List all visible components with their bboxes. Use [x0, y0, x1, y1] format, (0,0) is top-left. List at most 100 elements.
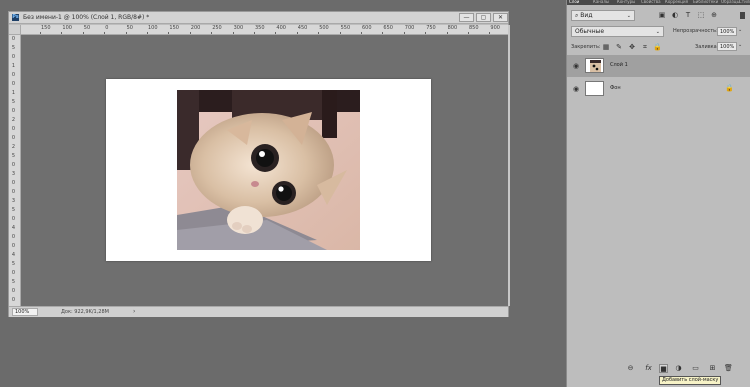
kind-filter-value: Вид — [580, 12, 593, 19]
fill-field[interactable]: 100% — [717, 42, 737, 51]
chevron-down-icon: ⌄ — [626, 13, 631, 19]
ruler-tick-label: 0 — [11, 54, 16, 60]
chevron-down-icon[interactable]: ⌄ — [738, 27, 742, 33]
ruler-tick-label: 100 — [148, 25, 158, 31]
link-layers-icon[interactable]: ⊖ — [626, 364, 635, 373]
ruler-tick-label: 200 — [190, 25, 201, 31]
lock-artboard-icon[interactable]: ⌗ — [641, 43, 649, 51]
ruler-tick-label: 300 — [233, 25, 244, 31]
layer-thumbnail — [585, 58, 604, 73]
document-window: Ps Без имени-1 @ 100% (Слой 1, RGB/8#) *… — [8, 11, 510, 317]
document-info[interactable]: Док: 922,9K/1,28M — [61, 309, 109, 315]
ruler-tick-label: 650 — [383, 25, 393, 31]
vertical-scrollbar[interactable] — [508, 25, 510, 306]
chevron-down-icon: ⌄ — [655, 29, 660, 35]
layer-thumbnail — [585, 81, 604, 96]
cat-photo-image — [177, 90, 360, 250]
ruler-corner[interactable] — [9, 25, 21, 35]
ruler-tick-label: 0 — [11, 126, 16, 132]
ruler-tick-label: 250 — [212, 25, 222, 31]
lock-icon[interactable]: 🔒 — [725, 84, 734, 92]
cat-thumbnail-image — [586, 59, 603, 72]
panel-tab[interactable]: Слои — [569, 0, 579, 4]
ruler-tick-label: 1 — [11, 90, 16, 96]
smart-object-filter-icon[interactable]: ⊕ — [710, 11, 718, 19]
new-layer-icon[interactable]: ⊞ — [708, 364, 717, 373]
add-layer-mask-icon[interactable]: ■ — [659, 364, 668, 373]
ruler-tick-label: 150 — [41, 25, 51, 31]
ruler-tick-label: 0 — [11, 81, 16, 87]
opacity-value: 100% — [720, 29, 735, 35]
ruler-tick-label: 5 — [11, 261, 16, 267]
ruler-tick-label: 5 — [11, 45, 16, 51]
type-filter-icon[interactable]: T — [684, 11, 692, 19]
eye-icon[interactable]: ◉ — [573, 62, 579, 70]
ruler-tick-label: 850 — [469, 25, 479, 31]
chevron-down-icon[interactable]: ⌄ — [738, 42, 742, 48]
layer-row-background[interactable]: ◉ Фон 🔒 — [567, 78, 750, 100]
ruler-tick-label: 5 — [11, 153, 16, 159]
panel-tabs: Слои Каналы Контуры Свойства Коррекция Библио… — [567, 0, 750, 5]
blend-mode-select[interactable]: Обычные ⌄ — [571, 26, 664, 37]
adjustment-layer-icon[interactable]: ◑ — [674, 364, 683, 373]
lock-image-pixels-icon[interactable]: ✎ — [615, 43, 623, 51]
horizontal-ruler[interactable]: 150 100 50 0 50 100 150 200 250 300 350 400 450 500 55… — [21, 25, 508, 35]
panel-tab[interactable]: Коррекция — [665, 0, 688, 4]
eye-icon[interactable]: ◉ — [573, 85, 579, 93]
ruler-tick-label: 0 — [11, 243, 16, 249]
ruler-tick-label: 2 — [11, 144, 16, 150]
photoshop-icon: Ps — [12, 14, 19, 21]
canvas-area[interactable] — [21, 35, 508, 306]
new-group-icon[interactable]: ▭ — [691, 364, 700, 373]
cat-photo-layer[interactable] — [177, 90, 360, 250]
ruler-tick-label: 0 — [11, 135, 16, 141]
ruler-tick-label: 400 — [276, 25, 286, 31]
layer-style-icon[interactable]: fx — [644, 364, 653, 373]
vertical-ruler[interactable]: 0 5 0 1 0 0 1 5 0 2 0 0 2 5 0 3 0 0 3 5 0 4 0 0 4 5 0 5 0 0 — [9, 35, 21, 306]
ruler-tick-label: 50 — [83, 25, 91, 31]
ruler-tick-label: 100 — [62, 25, 72, 31]
ruler-tick-label: 0 — [11, 108, 16, 114]
filter-toggle-switch[interactable] — [740, 12, 745, 19]
ruler-tick-label: 0 — [11, 36, 16, 42]
adjustment-filter-icon[interactable]: ◐ — [671, 11, 679, 19]
document-title: Без имени-1 @ 100% (Слой 1, RGB/8#) * — [23, 14, 150, 21]
status-bar: 100% Док: 922,9K/1,28M › — [9, 306, 508, 317]
panel-tab[interactable]: Стили — [739, 0, 750, 4]
ruler-tick-label: 0 — [11, 162, 16, 168]
ruler-tick-label: 700 — [404, 25, 415, 31]
lock-all-icon[interactable]: 🔒 — [653, 43, 662, 51]
ruler-tick-label: 5 — [11, 279, 16, 285]
layer-name: Слой 1 — [610, 62, 628, 68]
ruler-tick-label: 0 — [11, 216, 16, 222]
layer-row-layer1[interactable]: ◉ Слой 1 — [567, 55, 750, 77]
minimize-button[interactable]: — — [459, 13, 474, 22]
ruler-tick-label: 450 — [297, 25, 308, 31]
close-button[interactable]: ✕ — [493, 13, 508, 22]
panel-tab[interactable]: Свойства — [641, 0, 661, 4]
panel-tab[interactable]: Контуры — [617, 0, 635, 4]
lock-position-icon[interactable]: ✥ — [628, 43, 636, 51]
panel-tab[interactable]: Библиотеки — [693, 0, 718, 4]
trash-icon[interactable]: 🗑 — [724, 364, 733, 373]
ruler-tick-label: 0 — [11, 270, 16, 276]
ruler-tick-label: 350 — [255, 25, 265, 31]
blend-mode-value: Обычные — [575, 28, 605, 35]
ruler-tick-label: 2 — [11, 117, 16, 123]
lock-transparency-icon[interactable]: ▦ — [602, 43, 610, 51]
opacity-field[interactable]: 100% — [717, 27, 737, 36]
fill-label: Заливка: — [695, 44, 719, 50]
ruler-tick-label: 500 — [319, 25, 329, 31]
panel-tab[interactable]: Каналы — [593, 0, 609, 4]
shape-filter-icon[interactable]: ⬚ — [697, 11, 705, 19]
ruler-tick-label: 0 — [105, 25, 109, 31]
document-canvas[interactable] — [106, 79, 431, 261]
maximize-button[interactable]: ▢ — [476, 13, 491, 22]
status-menu-arrow[interactable]: › — [133, 308, 135, 315]
pixel-filter-icon[interactable]: ▣ — [658, 11, 666, 19]
zoom-field[interactable]: 100% — [12, 308, 38, 316]
layers-bottom-bar: ⊖ fx ■ ◑ ▭ ⊞ 🗑 — [567, 363, 750, 376]
document-tab[interactable]: Ps Без имени-1 @ 100% (Слой 1, RGB/8#) *… — [9, 12, 508, 24]
kind-filter-select[interactable]: ⌕ Вид ⌄ — [571, 10, 635, 21]
panel-tab[interactable]: Образцы — [721, 0, 740, 4]
